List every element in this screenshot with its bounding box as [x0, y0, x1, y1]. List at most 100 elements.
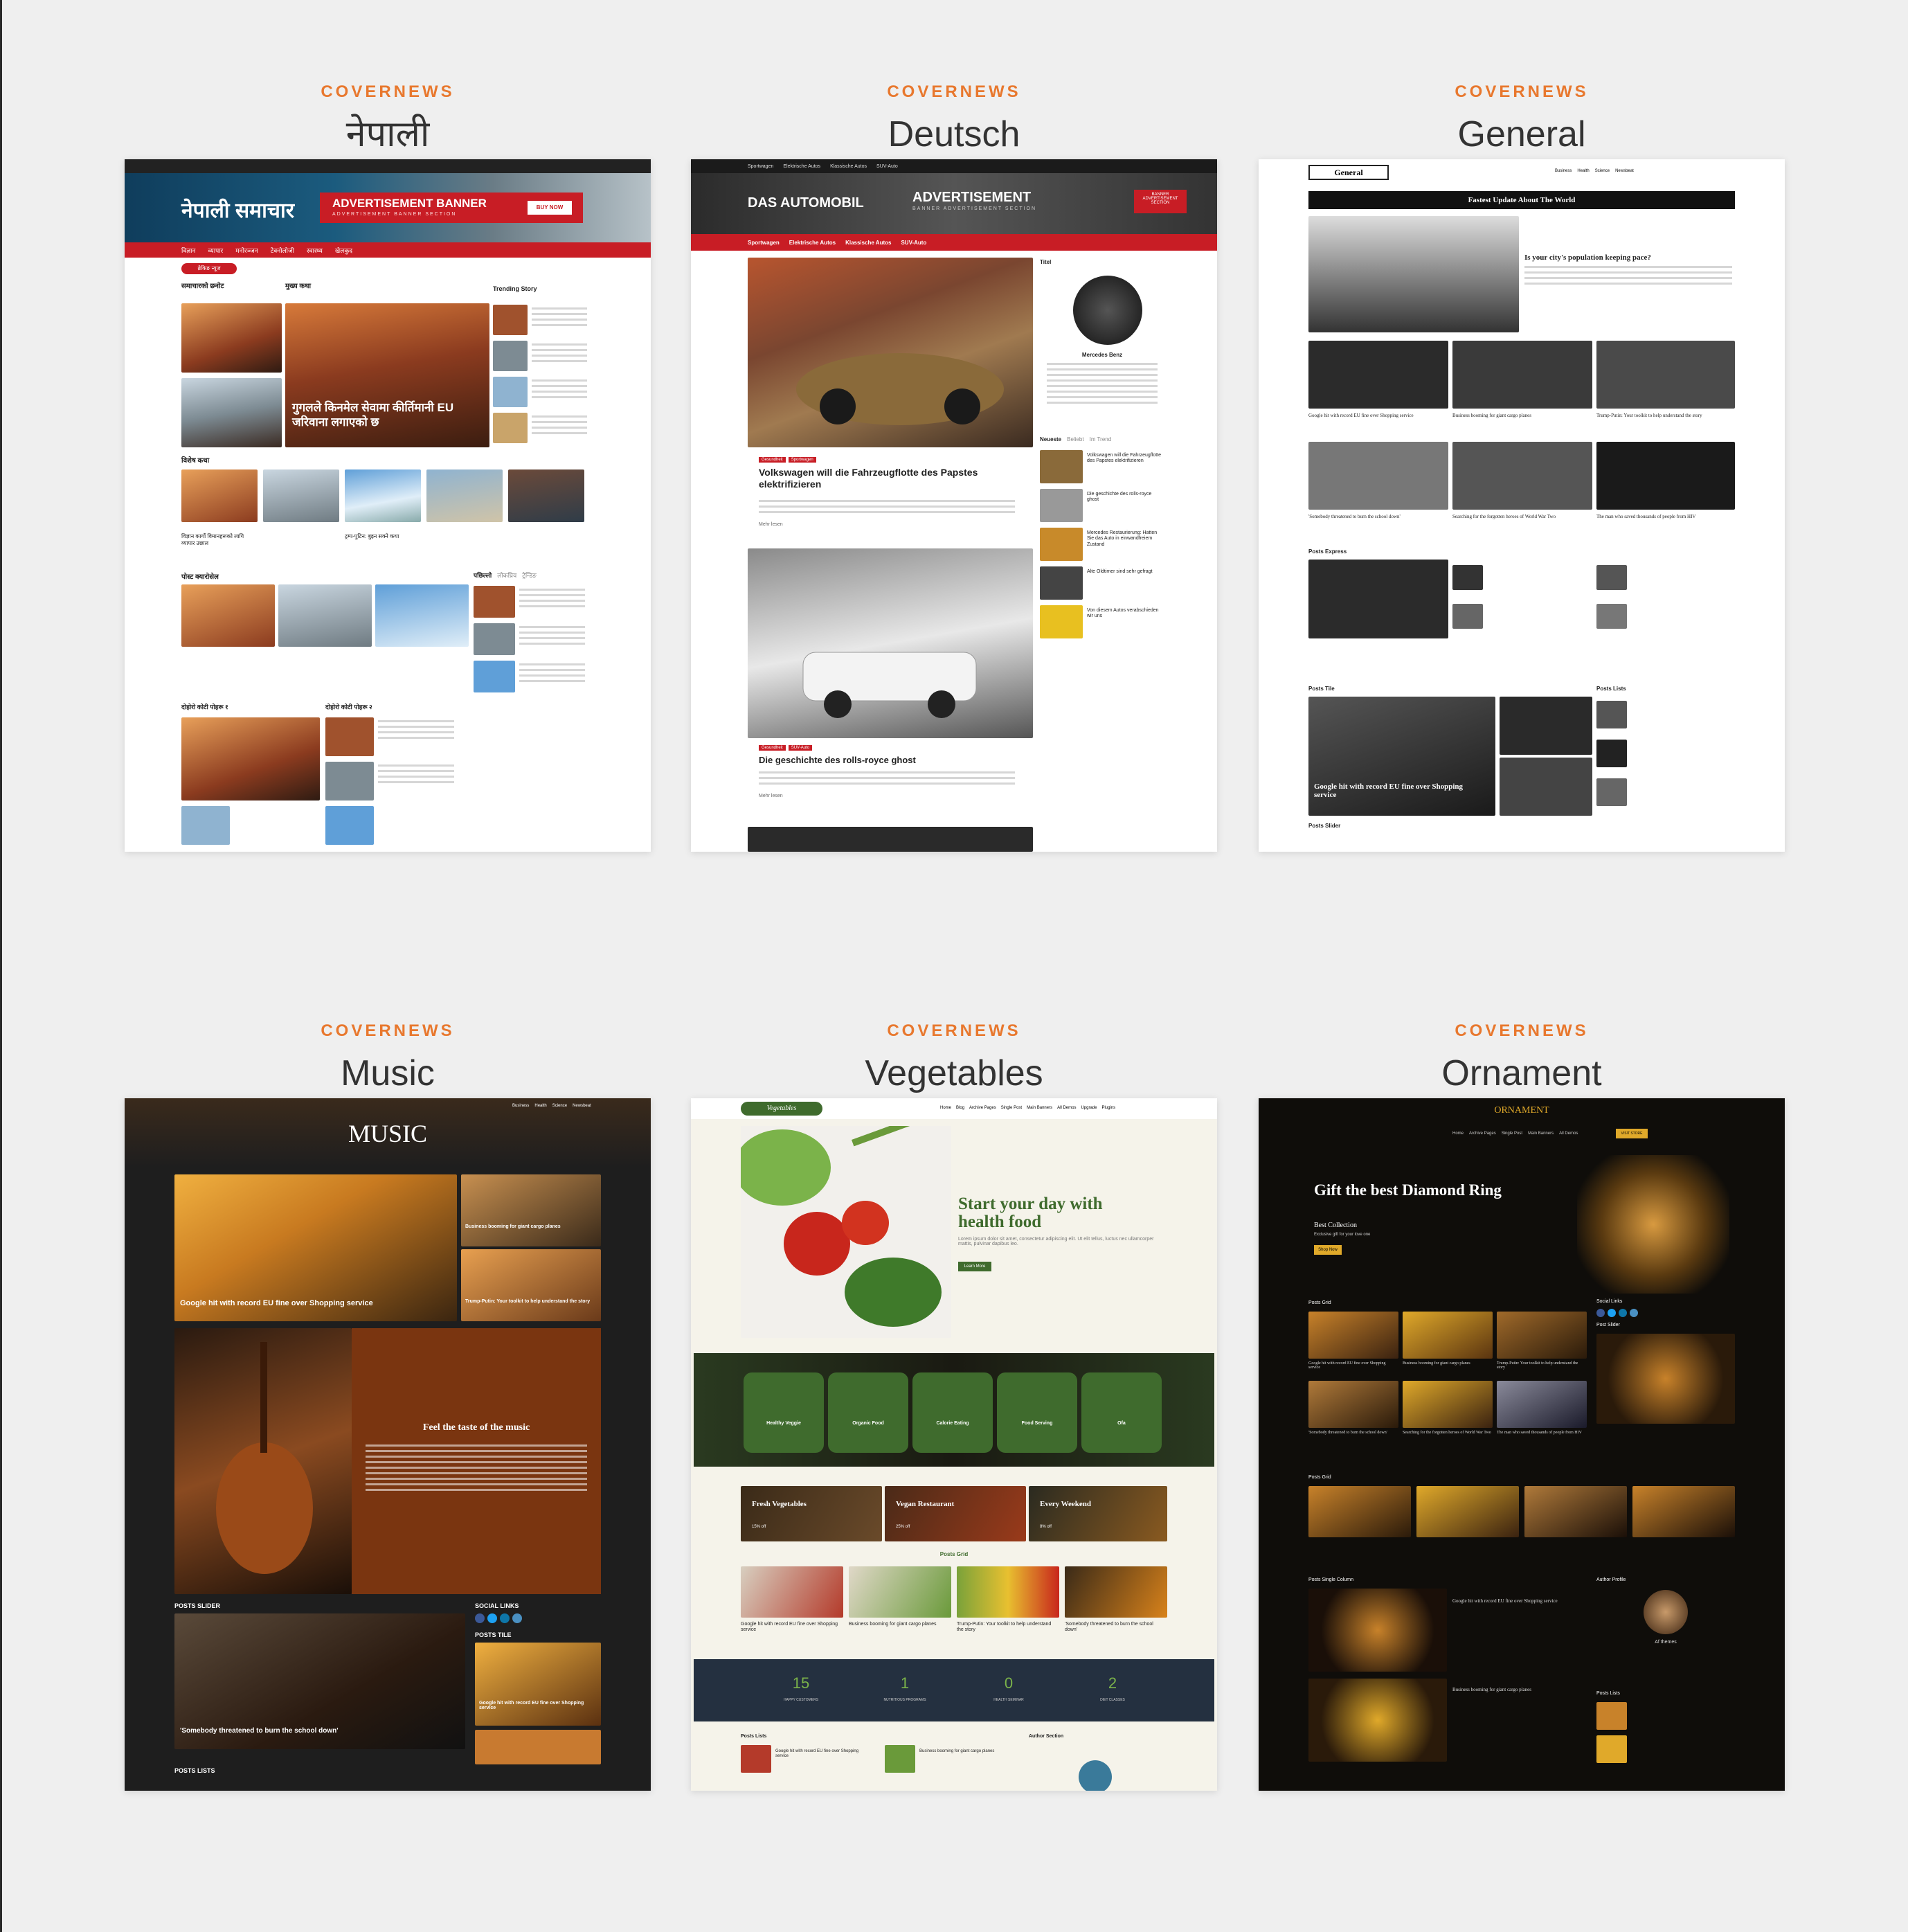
post-title[interactable]: Trump-Putin: Your toolkit to help unders…: [465, 1299, 597, 1304]
tile-title[interactable]: Google hit with record EU fine over Shop…: [479, 1701, 597, 1710]
tab-neueste[interactable]: Neueste: [1040, 436, 1061, 443]
nav-item[interactable]: Sportwagen: [748, 240, 780, 246]
nav-item[interactable]: Archive Pages: [969, 1106, 996, 1110]
list-thumb[interactable]: [181, 806, 230, 845]
nav-item[interactable]: Archive Pages: [1469, 1132, 1496, 1136]
nav-item[interactable]: Newsbeat: [573, 1104, 591, 1108]
demo-title[interactable]: Ornament: [1259, 1051, 1785, 1095]
post-title[interactable]: Volkswagen will die Fahrzeugflotte des P…: [759, 467, 1015, 490]
nav-item[interactable]: Newsbeat: [1615, 169, 1634, 173]
post-image[interactable]: [263, 469, 339, 522]
tab-latest[interactable]: पछिल्लो: [474, 572, 492, 580]
demo-card-music[interactable]: COVERNEWS Music MUSIC Business Health Sc…: [125, 1021, 651, 1791]
demo-thumbnail[interactable]: General Business Health Science Newsbeat…: [1259, 159, 1785, 852]
post-image[interactable]: [1452, 341, 1592, 409]
post-image[interactable]: [375, 584, 469, 647]
top-nav-item[interactable]: SUV-Auto: [876, 164, 898, 169]
tag[interactable]: Gesundheit: [759, 745, 786, 751]
list-thumb[interactable]: [474, 661, 515, 692]
nav-item[interactable]: Health: [534, 1104, 546, 1108]
post-title[interactable]: Google hit with record EU fine over Shop…: [1452, 1598, 1591, 1604]
post-title[interactable]: Business booming for giant cargo planes: [465, 1224, 597, 1229]
post-title[interactable]: 'Somebody threatened to burn the school …: [1065, 1622, 1165, 1634]
tag[interactable]: Gesundheit: [759, 457, 786, 463]
site-logo[interactable]: ORNAMENT: [1259, 1105, 1785, 1116]
trending-thumb[interactable]: [493, 413, 528, 443]
hero-image[interactable]: [741, 1126, 951, 1338]
demo-title[interactable]: नेपाली: [125, 112, 651, 156]
post-image[interactable]: [181, 303, 282, 373]
post-image[interactable]: [1308, 1312, 1398, 1359]
post-image[interactable]: [1497, 1381, 1587, 1428]
post-image[interactable]: [1308, 1381, 1398, 1428]
promo-card[interactable]: Vegan Restaurant 25% off: [885, 1486, 1026, 1541]
list-thumb[interactable]: [1596, 701, 1627, 728]
nav-item[interactable]: All Demos: [1057, 1106, 1076, 1110]
list-thumb[interactable]: [474, 623, 515, 655]
nav-item[interactable]: Main Banners: [1528, 1132, 1554, 1136]
service-card[interactable]: Ofa: [1081, 1372, 1162, 1453]
list-thumb[interactable]: [1596, 1702, 1627, 1730]
demo-card-nepali[interactable]: COVERNEWS नेपाली नेपाली समाचार ADVERTISE…: [125, 82, 651, 852]
tile-image[interactable]: [1500, 697, 1592, 755]
tab-beliebt[interactable]: Beliebt: [1067, 436, 1083, 443]
post-title[interactable]: Die geschichte des rolls-royce ghost: [759, 755, 1015, 766]
post-title[interactable]: The man who saved thousands of people fr…: [1596, 514, 1735, 519]
linkedin-icon[interactable]: [500, 1613, 510, 1623]
hero-ring-image[interactable]: [1577, 1155, 1729, 1294]
nav-item[interactable]: स्वास्थ्य: [307, 246, 323, 255]
list-thumb[interactable]: [1596, 604, 1627, 629]
list-thumb[interactable]: [1596, 1735, 1627, 1763]
nav-item[interactable]: Single Post: [1001, 1106, 1022, 1110]
site-logo[interactable]: Vegetables: [741, 1102, 822, 1116]
shop-now-button[interactable]: Shop Now: [1314, 1245, 1342, 1255]
hero-title[interactable]: Is your city's population keeping pace?: [1524, 253, 1651, 262]
nav-item[interactable]: Home: [1452, 1132, 1464, 1136]
nav-item[interactable]: Plugins: [1101, 1106, 1115, 1110]
post-title[interactable]: 'Somebody threatened to burn the school …: [1308, 1431, 1397, 1435]
hero-headline[interactable]: गुगलले किनमेल सेवामा कीर्तिमानी EU जरिवा…: [292, 400, 479, 430]
nav-item[interactable]: Blog: [956, 1106, 964, 1110]
post-image[interactable]: [181, 469, 258, 522]
profile-avatar[interactable]: [1073, 276, 1142, 345]
tile-image[interactable]: Google hit with record EU fine over Shop…: [1308, 697, 1495, 816]
nav-item[interactable]: Upgrade: [1081, 1106, 1097, 1110]
post-image[interactable]: [957, 1566, 1059, 1618]
list-thumb[interactable]: [1596, 565, 1627, 590]
service-card[interactable]: Organic Food: [828, 1372, 908, 1453]
list-thumb[interactable]: [1040, 605, 1083, 638]
nav-item[interactable]: Science: [1595, 169, 1610, 173]
promo-card[interactable]: Fresh Vegetables 15% off: [741, 1486, 882, 1541]
list-thumb[interactable]: [1596, 740, 1627, 767]
post-image[interactable]: [1403, 1381, 1493, 1428]
ad-banner[interactable]: ADVERTISEMENT BANNER ADVERTISEMENT BANNE…: [320, 193, 583, 223]
nav-item[interactable]: Business: [1555, 169, 1572, 173]
list-thumb[interactable]: [325, 717, 374, 756]
feature-image[interactable]: [174, 1328, 352, 1594]
post-image[interactable]: [181, 378, 282, 447]
nav-item[interactable]: SUV-Auto: [901, 240, 926, 246]
list-thumb[interactable]: [474, 586, 515, 618]
nav-item[interactable]: विज्ञान: [181, 246, 195, 255]
hero-image[interactable]: [1308, 216, 1519, 332]
post-title[interactable]: Searching for the forgotten heroes of Wo…: [1403, 1431, 1491, 1435]
post-title[interactable]: Business booming for giant cargo planes: [849, 1622, 949, 1627]
nav-item[interactable]: खेलकुद: [335, 246, 352, 255]
demo-card-general[interactable]: COVERNEWS General General Business Healt…: [1259, 82, 1785, 852]
post-title[interactable]: Google hit with record EU fine over Shop…: [1308, 413, 1447, 418]
nav-item[interactable]: Elektrische Autos: [789, 240, 836, 246]
tile-image[interactable]: [1500, 758, 1592, 816]
post-image[interactable]: Business booming for giant cargo planes: [461, 1174, 601, 1246]
tab-trending[interactable]: ट्रेन्डिङ: [522, 572, 537, 580]
post-title[interactable]: विज्ञान कार्गो विमानहरूको लागि व्यापार उ…: [181, 533, 258, 546]
slider-image[interactable]: [1596, 1334, 1735, 1424]
service-card[interactable]: Food Serving: [997, 1372, 1077, 1453]
list-thumb[interactable]: [1452, 565, 1483, 590]
post-image[interactable]: [1308, 1589, 1447, 1672]
demo-title[interactable]: Vegetables: [691, 1051, 1217, 1095]
hero-image[interactable]: Google hit with record EU fine over Shop…: [174, 1174, 457, 1321]
post-image[interactable]: [849, 1566, 951, 1618]
list-thumb[interactable]: [1452, 604, 1483, 629]
post-image[interactable]: [1308, 341, 1448, 409]
nav-item[interactable]: Science: [552, 1104, 567, 1108]
